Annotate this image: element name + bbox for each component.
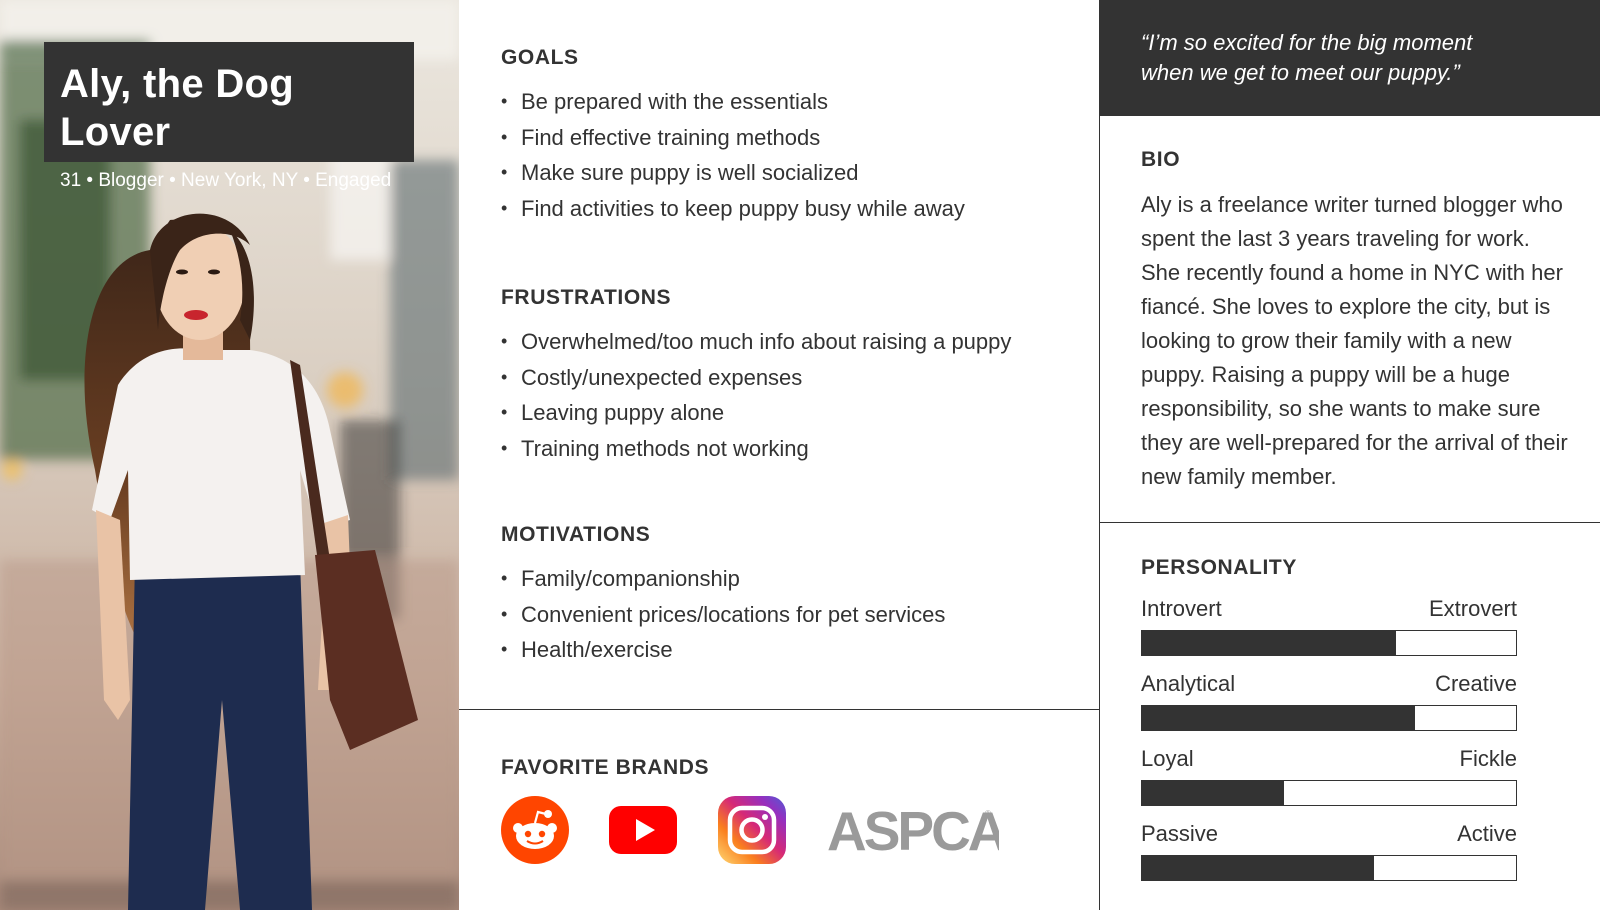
- trait-slider: [1141, 630, 1517, 656]
- right-column: “I’m so excited for the big moment when …: [1099, 0, 1600, 910]
- frustration-item: Overwhelmed/too much info about raising …: [501, 324, 1011, 360]
- goals-list: Be prepared with the essentials Find eff…: [501, 84, 965, 226]
- instagram-icon: [718, 796, 786, 864]
- section-divider: [1099, 522, 1600, 523]
- trait-left-label: Loyal: [1141, 746, 1194, 771]
- frustration-item: Training methods not working: [501, 431, 1011, 467]
- goals-title: GOALS: [501, 46, 579, 69]
- trait-fill: [1142, 631, 1397, 655]
- persona-name: Aly, the Dog Lover: [60, 62, 294, 154]
- personality-trait: Analytical Creative: [1141, 671, 1517, 731]
- goal-item: Be prepared with the essentials: [501, 84, 965, 120]
- youtube-icon: [609, 806, 677, 854]
- trait-fill: [1142, 856, 1374, 880]
- brand-logos: ASPCA ®: [501, 796, 1061, 866]
- trait-fill: [1142, 706, 1416, 730]
- persona-photo: Aly, the Dog Lover 31 • Blogger • New Yo…: [0, 0, 459, 910]
- frustration-item: Costly/unexpected expenses: [501, 360, 1011, 396]
- frustration-item: Leaving puppy alone: [501, 395, 1011, 431]
- persona-demographics: 31 • Blogger • New York, NY • Engaged: [60, 170, 392, 191]
- persona-quote: “I’m so excited for the big moment when …: [1099, 0, 1600, 116]
- aspca-logo: ASPCA ®: [827, 800, 999, 860]
- motivation-item: Family/companionship: [501, 561, 945, 597]
- trait-slider: [1141, 855, 1517, 881]
- frustrations-list: Overwhelmed/too much info about raising …: [501, 324, 1011, 466]
- goal-item: Make sure puppy is well socialized: [501, 155, 965, 191]
- motivation-item: Convenient prices/locations for pet serv…: [501, 597, 945, 633]
- motivation-item: Health/exercise: [501, 632, 945, 668]
- trait-left-label: Passive: [1141, 821, 1219, 846]
- middle-column: GOALS Be prepared with the essentials Fi…: [459, 0, 1099, 910]
- goal-item: Find activities to keep puppy busy while…: [501, 191, 965, 227]
- trait-fill: [1142, 781, 1285, 805]
- brands-title: FAVORITE BRANDS: [501, 756, 710, 779]
- motivations-list: Family/companionship Convenient prices/l…: [501, 561, 945, 668]
- motivations-title: MOTIVATIONS: [501, 523, 651, 546]
- quote-line: when we get to meet our puppy.”: [1141, 60, 1460, 85]
- frustrations-title: FRUSTRATIONS: [501, 286, 672, 309]
- quote-line: “I’m so excited for the big moment: [1141, 30, 1473, 55]
- trait-right-label: Extrovert: [1428, 596, 1517, 621]
- personality-trait: Introvert Extrovert: [1141, 596, 1517, 656]
- goal-item: Find effective training methods: [501, 120, 965, 156]
- bio-text: Aly is a freelance writer turned blogger…: [1141, 192, 1568, 489]
- trait-right-label: Creative: [1435, 671, 1517, 696]
- bio-title: BIO: [1141, 148, 1181, 171]
- persona-name-card: Aly, the Dog Lover 31 • Blogger • New Yo…: [44, 42, 414, 191]
- section-divider: [459, 709, 1099, 710]
- reddit-icon: [501, 796, 569, 864]
- personality-trait: Passive Active: [1141, 821, 1517, 881]
- personality-title: PERSONALITY: [1141, 556, 1297, 579]
- personality-trait: Loyal Fickle: [1141, 746, 1517, 806]
- svg-text:ASPCA: ASPCA: [827, 800, 999, 860]
- trait-slider: [1141, 780, 1517, 806]
- trait-right-label: Active: [1457, 821, 1517, 846]
- trait-left-label: Analytical: [1141, 671, 1236, 696]
- svg-text:®: ®: [985, 809, 991, 818]
- trait-right-label: Fickle: [1459, 746, 1517, 771]
- trait-left-label: Introvert: [1141, 596, 1222, 621]
- trait-slider: [1141, 705, 1517, 731]
